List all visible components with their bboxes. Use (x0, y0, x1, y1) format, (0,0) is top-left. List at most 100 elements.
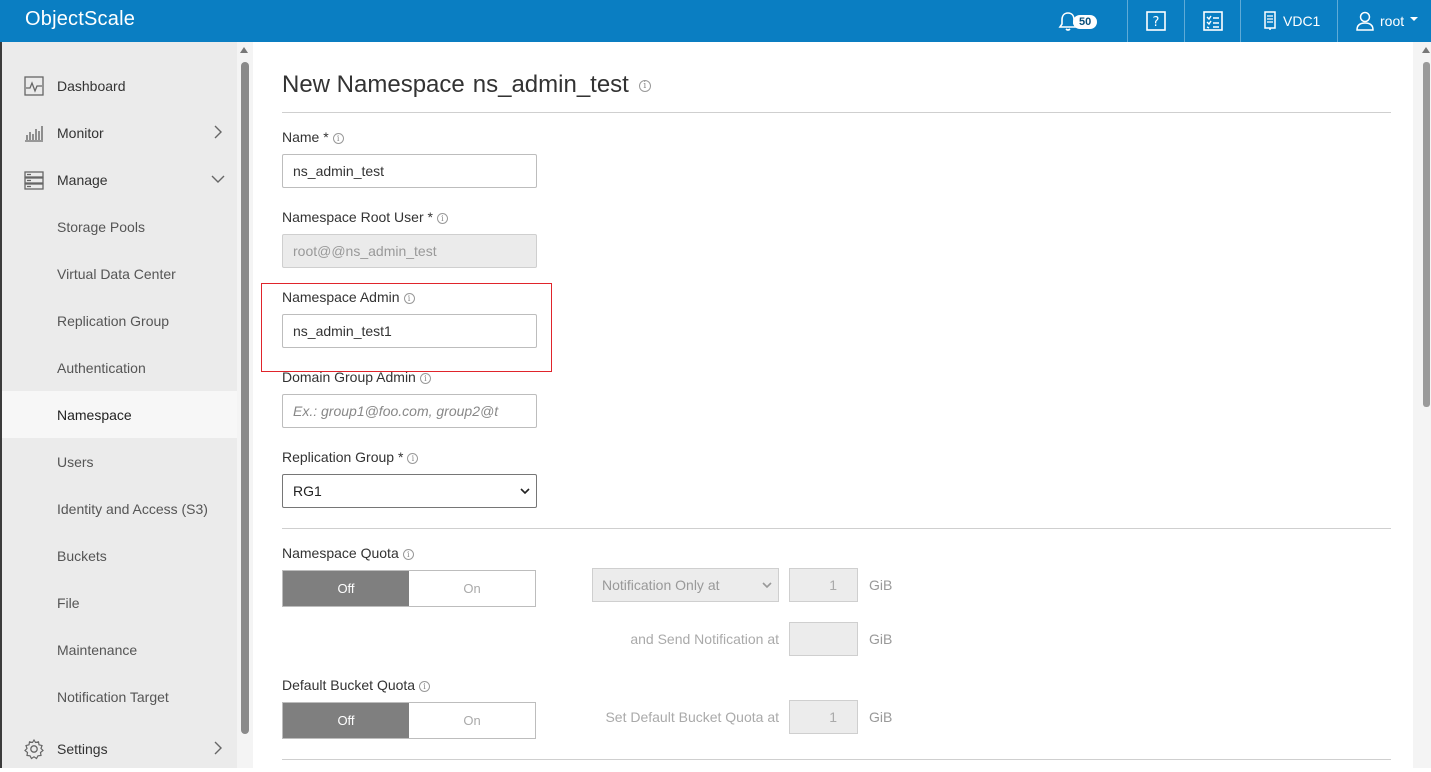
root-user-label: Namespace Root User * i (282, 209, 448, 225)
info-icon[interactable]: i (403, 292, 415, 304)
sidebar-item-dashboard[interactable]: Dashboard (2, 62, 237, 109)
vdc-label: VDC1 (1283, 13, 1321, 29)
sidebar-item-monitor[interactable]: Monitor (2, 109, 237, 156)
quota-mode-value: Notification Only at (602, 577, 720, 593)
sidebar-item-identity-access[interactable]: Identity and Access (S3) (2, 485, 237, 532)
replication-group-value: RG1 (293, 483, 322, 499)
manage-icon (24, 171, 44, 190)
sidebar-item-label: File (57, 594, 80, 611)
sidebar-item-maintenance[interactable]: Maintenance (2, 626, 237, 673)
sidebar-item-notification-target[interactable]: Notification Target (2, 673, 237, 720)
sidebar-item-replication-group[interactable]: Replication Group (2, 297, 237, 344)
page-title-namespace: ns_admin_test (472, 71, 629, 98)
user-menu[interactable]: root (1356, 0, 1420, 42)
sidebar-item-label: Users (57, 453, 94, 470)
bucket-quota-label: Default Bucket Quota i (282, 677, 431, 693)
info-icon[interactable]: i (419, 680, 431, 692)
sidebar-item-label: Storage Pools (57, 218, 145, 235)
sidebar-item-label: Replication Group (57, 312, 170, 329)
info-icon[interactable]: i (407, 452, 419, 464)
sidebar-item-label: Settings (57, 740, 108, 757)
page-title-text: New Namespace (282, 71, 465, 98)
help-button[interactable]: ? (1145, 0, 1167, 42)
bucket-quota-off-button[interactable]: Off (283, 703, 409, 738)
name-input[interactable]: ns_admin_test (282, 154, 537, 188)
sidebar-item-storage-pools[interactable]: Storage Pools (2, 203, 237, 250)
gear-icon (24, 738, 44, 760)
sidebar-item-label: Monitor (57, 124, 104, 141)
dashboard-icon (24, 76, 44, 96)
checklist-icon (1203, 11, 1223, 31)
server-icon (1264, 11, 1276, 30)
sidebar-item-authentication[interactable]: Authentication (2, 344, 237, 391)
namespace-quota-toggle: Off On (282, 570, 536, 607)
bucket-quota-toggle: Off On (282, 702, 536, 739)
sidebar-item-label: Authentication (57, 359, 146, 376)
info-icon[interactable]: i (402, 548, 414, 560)
sidebar-item-label: Maintenance (57, 641, 138, 658)
info-icon[interactable]: i (436, 212, 448, 224)
namespace-admin-input[interactable]: ns_admin_test1 (282, 314, 537, 348)
tasks-button[interactable] (1202, 0, 1224, 42)
sidebar-item-label: Namespace (57, 406, 132, 423)
notifications-button[interactable]: 50 (1057, 0, 1098, 42)
monitor-icon (25, 126, 43, 142)
sidebar-item-buckets[interactable]: Buckets (2, 532, 237, 579)
chevron-down-icon (520, 488, 530, 495)
quota-limit-input: 1 (789, 568, 858, 602)
replication-group-label: Replication Group * i (282, 449, 419, 465)
title-divider (282, 112, 1391, 113)
section-divider (282, 759, 1391, 760)
sidebar-item-label: Dashboard (57, 77, 126, 94)
vdc-selector[interactable]: VDC1 (1263, 0, 1320, 42)
notify-value-input (789, 622, 858, 656)
sidebar-item-users[interactable]: Users (2, 438, 237, 485)
chevron-right-icon (214, 125, 222, 139)
namespace-quota-label: Namespace Quota i (282, 545, 414, 561)
set-bucket-quota-label: Set Default Bucket Quota at (605, 709, 779, 725)
main-scrollbar-thumb[interactable] (1423, 62, 1430, 407)
sidebar-item-settings[interactable]: Settings (2, 725, 237, 772)
bucket-quota-on-button[interactable]: On (409, 703, 535, 738)
sidebar-item-virtual-data-center[interactable]: Virtual Data Center (2, 250, 237, 297)
sidebar-item-label: Virtual Data Center (57, 265, 176, 282)
top-bar: ObjectScale 50 ? VDC1 root (0, 0, 1431, 42)
info-icon[interactable]: i (332, 132, 344, 144)
sidebar-item-manage[interactable]: Manage (2, 156, 237, 203)
root-user-input: root@@ns_admin_test (282, 234, 537, 268)
sidebar-item-label: Buckets (57, 547, 107, 564)
app-title: ObjectScale (25, 8, 136, 30)
sidebar-item-label: Notification Target (57, 688, 169, 705)
page-title: New Namespace ns_admin_test i (282, 71, 651, 99)
replication-group-select[interactable]: RG1 (282, 474, 537, 508)
sidebar-item-file[interactable]: File (2, 579, 237, 626)
notify-unit: GiB (869, 631, 893, 647)
info-icon[interactable]: i (419, 372, 431, 384)
domain-group-admin-input[interactable]: Ex.: group1@foo.com, group2@t (282, 394, 537, 428)
sidebar-item-label: Manage (57, 171, 108, 188)
sidebar-item-namespace[interactable]: Namespace (2, 391, 237, 438)
chevron-down-icon (211, 175, 225, 183)
quota-limit-unit: GiB (869, 577, 893, 593)
caret-down-icon (1410, 17, 1419, 21)
namespace-admin-label: Namespace Admin i (282, 289, 415, 305)
sidebar-scroll-up-arrow[interactable] (240, 47, 248, 53)
help-icon: ? (1146, 11, 1166, 31)
user-label: root (1380, 13, 1405, 29)
main-scroll-up-arrow[interactable] (1422, 47, 1430, 53)
quota-mode-select: Notification Only at (592, 568, 779, 602)
domain-group-admin-label: Domain Group Admin i (282, 369, 431, 385)
name-label: Name * i (282, 129, 344, 145)
notify-label: and Send Notification at (630, 631, 779, 647)
info-icon[interactable]: i (638, 79, 651, 92)
section-divider (282, 528, 1391, 529)
svg-text:?: ? (1153, 15, 1160, 30)
namespace-quota-on-button[interactable]: On (409, 571, 535, 606)
namespace-quota-off-button[interactable]: Off (283, 571, 409, 606)
sidebar-item-label: Identity and Access (S3) (57, 500, 208, 517)
bucket-quota-unit: GiB (869, 709, 893, 725)
sidebar: Dashboard Monitor Manage Storage Pools V… (0, 42, 237, 768)
sidebar-scrollbar-thumb[interactable] (241, 62, 249, 734)
chevron-down-icon (762, 582, 772, 589)
user-icon (1356, 11, 1374, 31)
